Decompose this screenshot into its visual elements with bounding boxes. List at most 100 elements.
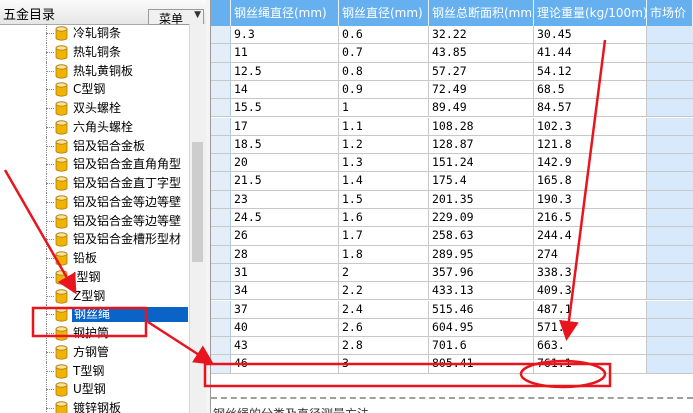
table-row[interactable]: 40 2.6 604.95 571. (211, 318, 693, 338)
table-row[interactable]: 31 2 357.96 338.3 (211, 263, 693, 283)
table-cell[interactable]: 17 (231, 117, 339, 136)
table-cell[interactable]: 1.3 (339, 154, 429, 173)
table-cell[interactable]: 12.5 (231, 62, 339, 81)
table-cell[interactable]: 68.5 (534, 80, 647, 100)
market-price-cell[interactable] (647, 209, 693, 228)
tree-item[interactable]: 热轧铜条 (0, 42, 190, 62)
tree-item[interactable]: T型钢 (0, 361, 190, 381)
tree-item[interactable]: 双头螺栓 (0, 99, 190, 118)
table-cell[interactable]: 701.6 (429, 337, 534, 356)
tree-item[interactable]: 镀锌钢板 (0, 399, 190, 413)
table-cell[interactable]: 1.6 (339, 209, 429, 228)
table-cell[interactable]: 1.8 (339, 245, 429, 264)
table-row[interactable]: 20 1.3 151.24 142.9 (211, 154, 693, 173)
table-cell[interactable]: 28 (231, 245, 339, 264)
row-header[interactable] (211, 263, 231, 283)
market-price-cell[interactable] (647, 26, 693, 45)
table-cell[interactable]: 1.5 (339, 190, 429, 209)
row-header[interactable] (211, 99, 231, 118)
table-cell[interactable]: 2.2 (339, 282, 429, 301)
table-cell[interactable]: 515.46 (429, 300, 534, 319)
table-cell[interactable]: 40 (231, 318, 339, 338)
table-row[interactable]: 21.5 1.4 175.4 165.8 (211, 172, 693, 191)
row-header[interactable] (211, 337, 231, 356)
table-cell[interactable]: 1.1 (339, 117, 429, 136)
table-cell[interactable]: 15.5 (231, 99, 339, 118)
table-cell[interactable]: 108.28 (429, 117, 534, 136)
column-header[interactable]: 理论重量(kg/100m) (534, 0, 647, 26)
table-cell[interactable]: 11 (231, 44, 339, 63)
table-cell[interactable]: 89.49 (429, 99, 534, 118)
table-row[interactable]: 12.5 0.8 57.27 54.12 (211, 62, 693, 81)
table-cell[interactable]: 21.5 (231, 172, 339, 191)
tree-item[interactable]: U型钢 (0, 380, 190, 399)
tree-item[interactable]: 铝及铝合金直角角型 (0, 155, 190, 174)
column-header[interactable]: 钢丝直径(mm) (339, 0, 429, 26)
tree-item[interactable]: 铝及铝合金板 (0, 136, 190, 156)
row-header[interactable] (211, 355, 231, 374)
table-cell[interactable]: 409.3 (534, 282, 647, 301)
tree-item[interactable]: Z型钢 (0, 286, 190, 306)
table-cell[interactable]: 165.8 (534, 172, 647, 191)
table-cell[interactable]: 128.87 (429, 135, 534, 155)
menu-button[interactable]: 菜单 ▼ (148, 9, 204, 26)
tree-item[interactable]: 铝及铝合金等边等壁 (0, 211, 190, 231)
table-cell[interactable]: 23 (231, 190, 339, 209)
table-cell[interactable]: 663. (534, 337, 647, 356)
column-header[interactable]: 市场价 (647, 0, 693, 26)
tree-item[interactable]: 六角头螺栓 (0, 117, 190, 137)
table-cell[interactable]: 604.95 (429, 318, 534, 338)
tree-item[interactable]: 钢丝绳 (0, 305, 190, 324)
table-cell[interactable]: 2.8 (339, 337, 429, 356)
table-cell[interactable]: 43 (231, 337, 339, 356)
table-cell[interactable]: 338.3 (534, 263, 647, 283)
table-cell[interactable]: 3 (339, 355, 429, 374)
table-cell[interactable]: 487.1 (534, 300, 647, 319)
table-cell[interactable]: 258.63 (429, 227, 534, 246)
market-price-cell[interactable] (647, 337, 693, 356)
row-header[interactable] (211, 26, 231, 45)
table-row[interactable]: 37 2.4 515.46 487.1 (211, 300, 693, 319)
table-cell[interactable]: 30.45 (534, 26, 647, 45)
market-price-cell[interactable] (647, 44, 693, 63)
tree-scrollbar-thumb[interactable] (192, 142, 203, 262)
table-cell[interactable]: 102.3 (534, 117, 647, 136)
table-cell[interactable]: 2.4 (339, 300, 429, 319)
tree-item[interactable]: 铅板 (0, 249, 190, 268)
table-cell[interactable]: 121.8 (534, 135, 647, 155)
market-price-cell[interactable] (647, 263, 693, 283)
table-cell[interactable]: 2 (339, 263, 429, 283)
table-cell[interactable]: 26 (231, 227, 339, 246)
market-price-cell[interactable] (647, 245, 693, 264)
table-cell[interactable]: 20 (231, 154, 339, 173)
row-header[interactable] (211, 44, 231, 63)
table-cell[interactable]: 142.9 (534, 154, 647, 173)
table-cell[interactable]: 216.5 (534, 209, 647, 228)
tree-item[interactable]: C型钢 (0, 80, 190, 99)
table-cell[interactable]: 190.3 (534, 190, 647, 209)
table-row[interactable]: 14 0.9 72.49 68.5 (211, 80, 693, 100)
tree-item[interactable]: 钢护筒 (0, 324, 190, 343)
tree-scrollbar[interactable] (189, 24, 206, 413)
table-cell[interactable]: 57.27 (429, 62, 534, 81)
table-cell[interactable]: 2.6 (339, 318, 429, 338)
table-row[interactable]: 46 3 805.41 761.1 (211, 355, 693, 374)
market-price-cell[interactable] (647, 300, 693, 319)
market-price-cell[interactable] (647, 355, 693, 374)
row-header[interactable] (211, 209, 231, 228)
table-cell[interactable]: 244.4 (534, 227, 647, 246)
table-cell[interactable]: 31 (231, 263, 339, 283)
table-cell[interactable]: 201.35 (429, 190, 534, 209)
table-row[interactable]: 24.5 1.6 229.09 216.5 (211, 209, 693, 228)
market-price-cell[interactable] (647, 62, 693, 81)
table-row[interactable]: 26 1.7 258.63 244.4 (211, 227, 693, 246)
tree-item[interactable]: 铝及铝合金槽形型材 (0, 230, 190, 249)
tree-item[interactable]: 热轧黄铜板 (0, 61, 190, 81)
table-row[interactable]: 43 2.8 701.6 663. (211, 337, 693, 356)
row-header[interactable] (211, 154, 231, 173)
row-header[interactable] (211, 190, 231, 209)
market-price-cell[interactable] (647, 318, 693, 338)
table-cell[interactable]: 84.57 (534, 99, 647, 118)
table-cell[interactable]: 274 (534, 245, 647, 264)
row-header[interactable] (211, 227, 231, 246)
